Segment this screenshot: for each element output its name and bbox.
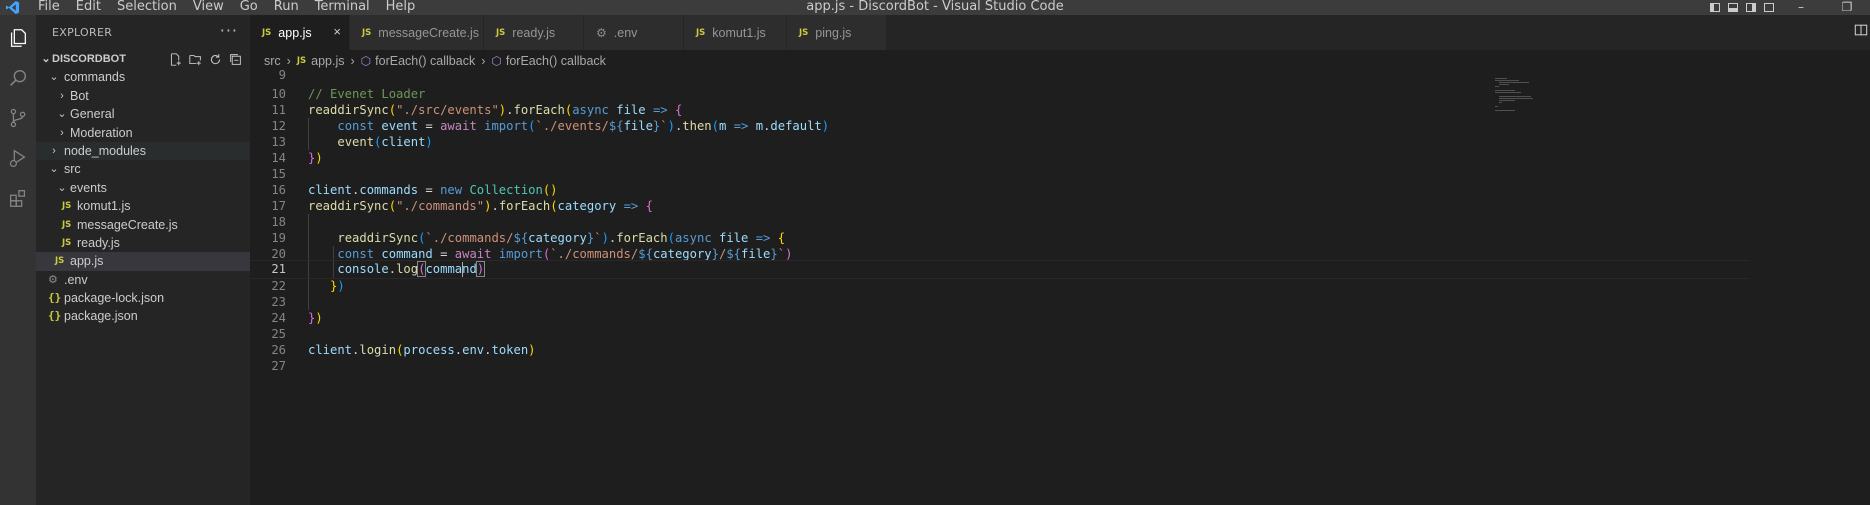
more-actions-icon[interactable]: ··· [220, 21, 238, 40]
code-editor[interactable]: 9 10// Evenet Loader 11 readdirSync("./sr… [250, 68, 1870, 505]
js-file-icon: JS [696, 27, 706, 38]
toggle-secondary-sidebar-icon[interactable] [1742, 0, 1760, 15]
tab-komut1-js[interactable]: JS komut1.js [684, 15, 787, 50]
gear-icon: ⚙ [596, 25, 607, 40]
new-folder-icon[interactable] [188, 50, 202, 68]
tree-folder-commands[interactable]: ⌄ commands [36, 68, 250, 86]
run-debug-icon[interactable] [0, 138, 36, 178]
tree-folder-events[interactable]: ⌄ events [36, 179, 250, 197]
json-file-icon: {} [48, 291, 62, 305]
tree-file-env[interactable]: ⚙ .env [36, 271, 250, 289]
js-file-icon: JS [62, 219, 72, 230]
editor-tab-bar: JS app.js × JS messageCreate.js JS ready… [250, 15, 1870, 50]
js-file-icon: JS [55, 256, 65, 267]
tree-file-ready[interactable]: JS ready.js [36, 234, 250, 252]
explorer-title: EXPLORER [52, 26, 113, 39]
tree-folder-node-modules[interactable]: › node_modules [36, 141, 250, 161]
js-file-icon: JS [799, 27, 809, 38]
tree-file-package-lock[interactable]: {} package-lock.json [36, 289, 250, 307]
js-file-icon: JS [62, 201, 72, 212]
close-icon[interactable]: × [333, 24, 341, 39]
gear-icon: ⚙ [48, 273, 58, 286]
minimize-icon[interactable]: – [1778, 0, 1824, 15]
explorer-toolbar [168, 50, 242, 68]
js-file-icon: JS [62, 237, 72, 248]
json-file-icon: {} [48, 309, 62, 323]
js-file-icon: JS [496, 27, 506, 38]
split-editor-icon[interactable] [1854, 23, 1868, 37]
text-cursor [461, 262, 463, 277]
tree-folder-bot[interactable]: › Bot [36, 87, 250, 105]
extensions-icon[interactable] [0, 178, 36, 218]
chevron-down-icon: ⌄ [49, 71, 59, 84]
customize-layout-icon[interactable] [1760, 0, 1778, 15]
js-file-icon: JS [296, 56, 307, 66]
window-title: app.js - DiscordBot - Visual Studio Code [806, 0, 1064, 14]
refresh-icon[interactable] [208, 50, 222, 68]
tree-folder-general[interactable]: ⌄ General [36, 105, 250, 123]
chevron-down-icon: ⌄ [49, 163, 59, 176]
js-file-icon: JS [262, 27, 272, 38]
source-control-icon[interactable] [0, 98, 36, 138]
chevron-down-icon: ⌄ [57, 108, 67, 121]
tree-file-komut1[interactable]: JS komut1.js [36, 197, 250, 215]
line-number: 27 [271, 359, 286, 373]
chevron-right-icon: › [60, 126, 64, 139]
title-bar: File Edit Selection View Go Run Terminal… [0, 0, 1870, 15]
chevron-right-icon: › [60, 89, 64, 102]
chevron-down-icon: ⌄ [57, 181, 67, 194]
activity-bar [0, 15, 36, 505]
collapse-all-icon[interactable] [228, 50, 242, 68]
toggle-panel-icon[interactable] [1724, 0, 1742, 15]
tab-env[interactable]: ⚙ .env [584, 15, 684, 50]
code-line: 27 [250, 357, 1750, 376]
chevron-down-icon: ⌄ [41, 53, 51, 65]
project-root[interactable]: ⌄ DISCORDBOT [36, 50, 250, 68]
chevron-right-icon: › [52, 144, 56, 157]
line-number: 9 [278, 68, 286, 82]
line-number: 21 [271, 262, 286, 276]
tree-file-messagecreate[interactable]: JS messageCreate.js [36, 216, 250, 234]
tree-folder-moderation[interactable]: › Moderation [36, 124, 250, 142]
window-controls: – ❐ [1706, 0, 1870, 15]
explorer-icon[interactable] [0, 18, 36, 58]
js-file-icon: JS [362, 27, 372, 38]
tree-file-package[interactable]: {} package.json [36, 307, 250, 325]
file-tree: ⌄ DISCORDBOT ⌄ commands › Bot ⌄ General … [36, 50, 250, 326]
new-file-icon[interactable] [168, 50, 182, 68]
explorer-header: EXPLORER ··· [36, 15, 250, 50]
minimap[interactable] [1495, 72, 1535, 132]
search-icon[interactable] [0, 58, 36, 98]
explorer-sidebar: EXPLORER ··· ⌄ DISCORDBOT ⌄ commands › B… [36, 15, 250, 505]
toggle-sidebar-icon[interactable] [1706, 0, 1724, 15]
tab-ping-js[interactable]: JS ping.js [787, 15, 887, 50]
tree-folder-src[interactable]: ⌄ src [36, 160, 250, 178]
tab-ready-js[interactable]: JS ready.js [484, 15, 584, 50]
tab-app-js[interactable]: JS app.js × [250, 15, 350, 50]
tab-messagecreate-js[interactable]: JS messageCreate.js [350, 15, 484, 50]
tree-file-app[interactable]: JS app.js [36, 252, 250, 271]
restore-icon[interactable]: ❐ [1824, 0, 1870, 15]
